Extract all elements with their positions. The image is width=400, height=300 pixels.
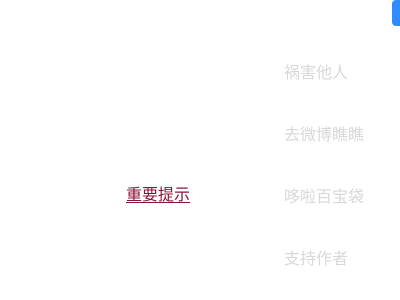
menu-item-visit-weibo[interactable]: 去微博瞧瞧	[284, 125, 364, 145]
menu-item-support-author[interactable]: 支持作者	[284, 249, 348, 269]
page-root: 重要提示 祸害他人 去微博瞧瞧 哆啦百宝袋 支持作者	[0, 0, 400, 300]
menu-list: 祸害他人 去微博瞧瞧 哆啦百宝袋 支持作者	[284, 0, 394, 300]
menu-item-harm-others[interactable]: 祸害他人	[284, 63, 348, 83]
menu-item-doraemon-pocket[interactable]: 哆啦百宝袋	[284, 187, 364, 207]
important-notice-link[interactable]: 重要提示	[126, 185, 190, 205]
